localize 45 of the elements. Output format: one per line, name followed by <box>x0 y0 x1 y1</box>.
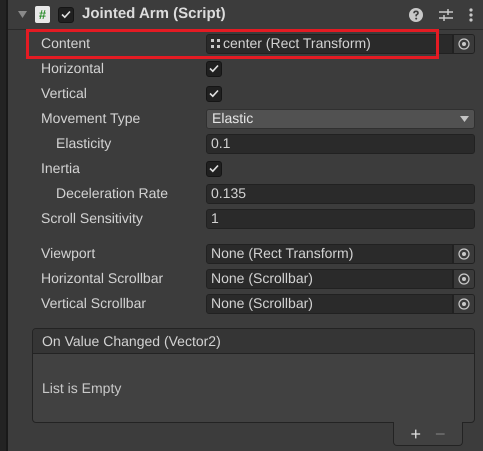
checkmark-icon <box>209 64 219 73</box>
checkmark-icon <box>209 164 219 173</box>
target-icon <box>458 298 470 310</box>
number-field[interactable]: 0.1 <box>206 134 475 154</box>
component-title: Jointed Arm (Script) <box>82 4 226 24</box>
presets-icon[interactable] <box>439 8 453 22</box>
field-label: Horizontal Scrollbar <box>41 269 164 288</box>
dropdown[interactable]: Elastic <box>206 108 475 128</box>
event-title: On Value Changed (Vector2) <box>42 332 221 351</box>
caret-icon <box>460 116 469 122</box>
object-picker-button[interactable] <box>453 294 475 314</box>
field-label: Movement Type <box>41 109 142 128</box>
field-label: Horizontal <box>41 59 106 78</box>
object-field[interactable]: None (Rect Transform) <box>206 244 453 264</box>
object-picker-button[interactable] <box>453 268 475 288</box>
object-field[interactable]: None (Scrollbar) <box>206 268 453 288</box>
help-icon[interactable] <box>409 8 423 22</box>
field-label: Content <box>41 34 92 53</box>
field-label: Viewport <box>41 244 96 263</box>
object-picker-button[interactable] <box>453 244 475 264</box>
target-icon <box>458 248 470 260</box>
object-field[interactable]: None (Scrollbar) <box>206 294 453 314</box>
field-label: Deceleration Rate <box>55 184 170 203</box>
foldout-arrow-icon[interactable] <box>18 11 27 18</box>
checkbox[interactable] <box>206 160 222 176</box>
field-label: Inertia <box>41 159 81 178</box>
checkbox[interactable] <box>206 86 222 102</box>
number-field[interactable]: 1 <box>206 208 475 228</box>
script-icon: # <box>35 6 50 23</box>
more-options-icon[interactable] <box>469 8 473 22</box>
checkmark-icon <box>209 89 219 98</box>
field-label: Elasticity <box>55 134 112 153</box>
object-field[interactable]: center (Rect Transform) <box>206 34 453 54</box>
field-label: Scroll Sensitivity <box>41 209 144 228</box>
field-label: Vertical <box>41 84 88 103</box>
target-icon <box>458 38 470 50</box>
empty-list-text: List is Empty <box>42 378 122 398</box>
checkmark-icon <box>61 10 71 19</box>
checkbox[interactable] <box>206 60 222 76</box>
number-field[interactable]: 0.135 <box>206 184 475 204</box>
target-icon <box>458 272 470 284</box>
field-label: Vertical Scrollbar <box>41 294 148 313</box>
add-button[interactable]: + <box>410 424 421 442</box>
checkbox[interactable] <box>58 6 74 22</box>
object-picker-button[interactable] <box>453 34 475 54</box>
